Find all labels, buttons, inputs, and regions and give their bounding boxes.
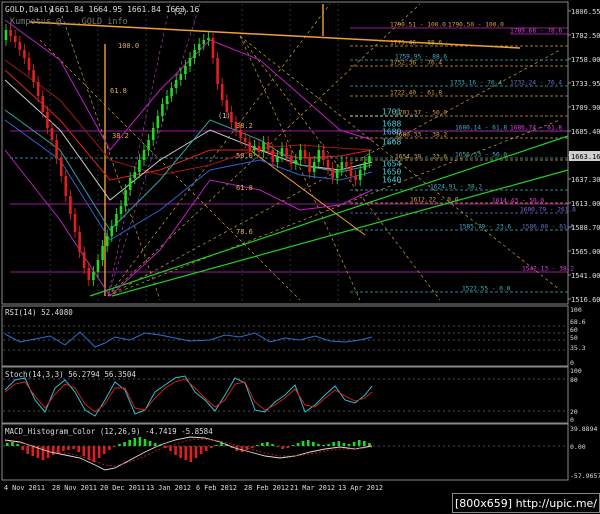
time-label: 20 Dec 2011 [100,484,145,492]
level-label: 1701.37 - 50.0 [395,110,447,117]
fib-label: 38.2 [236,122,253,130]
trading-chart-window: GOLD,Daily 1661.84 1664.95 1661.84 1663.… [0,0,600,513]
time-label: 21 Mar 2012 [290,484,335,492]
chart-watermark: Kumpotus @ ...GOLD info [10,17,128,27]
price-scale-label: 1613.00 [571,200,600,208]
price-scale-label: 1806.55 [571,8,600,16]
level-label: 1542.13 - 38.2 [522,266,574,273]
stoch-scale-label: 0 [570,416,574,424]
level-label: 1722.40 - 61.8 [390,90,442,97]
level-label: 1614.43 - 50.0 [492,198,544,205]
fib-label: 78.6 [236,228,253,236]
time-label: 4 Nov 2011 [4,484,45,492]
level-label: 1654.30 - 23.6 [395,154,447,161]
time-label: 28 Nov 2011 [52,484,97,492]
macd-scale-label: 0.00 [570,443,586,451]
rsi-title: RSI(14) 52.4080 [5,308,73,317]
fib-label: 61.8 [110,87,127,95]
rsi-scale-label: 0 [570,359,574,367]
macd-scale-label: 39.8894 [570,425,597,433]
rsi-scale-label: 100 [570,306,582,314]
level-label: 1656.53 - 50.0 [455,152,507,159]
level-label: 1586.00 - 61.8 [522,224,574,231]
fib-label: 50.0 [236,152,253,160]
time-label: 28 Feb 2012 [244,484,289,492]
price-scale-label: 1637.30 [571,176,600,184]
time-label: 6 Feb 2012 [196,484,237,492]
fib-label: 38.2 [112,132,129,140]
rsi-scale-label: 60 [570,326,578,334]
stoch-scale-label: 80 [570,376,578,384]
level-label: 1732.24 - 76.4 [510,80,562,87]
level-label: 1790.51 - 100.0 [390,22,446,29]
stoch-scale-label: 20 [570,408,578,416]
rsi-scale-label: 50 [570,334,578,342]
level-label: 1612.22 - 0.0 [410,197,459,204]
price-scale-label: 1516.60 [571,296,600,304]
macd-scale-label: -57.9657 [570,472,600,480]
level-label: 1668 [382,138,401,147]
rsi-scale-label: 68.6 [570,318,586,326]
price-scale-label: 1588.70 [571,224,600,232]
price-scale-label: 1758.00 [571,56,600,64]
price-scale-label: 1782.50 [571,32,600,40]
level-label: 1752.36 - 76.4 [390,60,442,67]
level-label: 1790.50 - 100.0 [448,22,504,29]
rsi-scale-label: 35.3 [570,344,586,352]
level-label: 1585.79 - 23.6 [459,224,511,231]
price-scale-label: 1685.40 [571,128,600,136]
price-scale-label: 1541.00 [571,272,600,280]
level-label: 1522.55 - 0.0 [462,286,511,293]
macd-title: MACD_Histogram_Color (12,26,9) -4.7419 -… [5,427,213,436]
time-label: 13 Apr 2012 [338,484,383,492]
level-label: 1686.74 - 61.8 [510,125,562,132]
price-scale-label: 1733.95 [571,80,600,88]
time-label: 13 Jan 2012 [146,484,191,492]
stoch-scale-label: 100 [570,367,582,375]
price-scale-label: 1709.90 [571,104,600,112]
chart-symbol: GOLD,Daily [5,5,53,14]
level-label: 1733.16 - 76.4 [450,80,502,87]
level-label: 1789.68 - 78.6 [510,28,562,35]
fib-label: 100.0 [118,42,139,50]
level-label: 1775.46 - 88.6 [390,40,442,47]
current-price-value: 1663.16 [571,153,600,161]
level-label: 1624.91 - 38.2 [430,184,482,191]
price-scale-label: 1565.00 [571,248,600,256]
image-host-tag: [800x659] http://upic.me/ [452,493,600,513]
level-label: 1640 [382,176,401,185]
chart-label: (2) [173,7,187,16]
chart-label: (1) [218,112,231,120]
fib-label: 61.8 [236,184,253,192]
level-label: 1680.14 - 61.8 [455,125,507,132]
level-label: 1680.33 - 38.2 [395,132,447,139]
